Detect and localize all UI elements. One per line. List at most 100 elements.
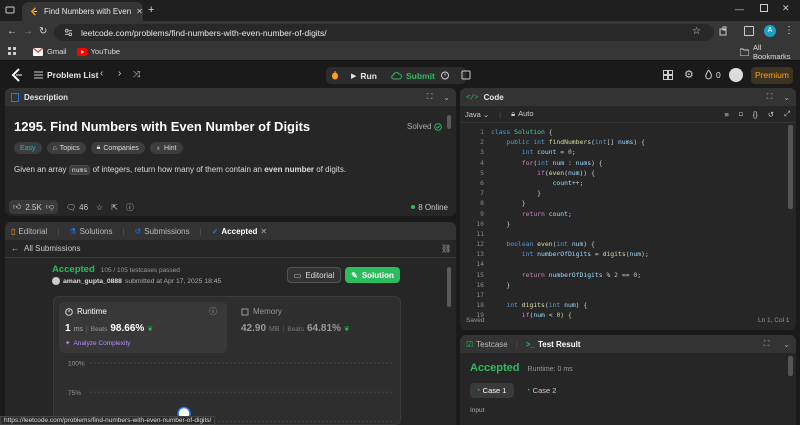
run-button[interactable]: ▶ Run bbox=[351, 71, 377, 81]
thumbs-down-icon[interactable]: 👎︎ bbox=[46, 202, 54, 212]
tab-label: Test Result bbox=[537, 339, 581, 349]
editorial-button[interactable]: ▭ Editorial bbox=[287, 267, 341, 283]
settings-gear-icon[interactable]: ⚙ bbox=[684, 68, 694, 81]
editor-scrollbar[interactable] bbox=[788, 125, 793, 209]
bookmark-gmail[interactable]: Gmail bbox=[33, 47, 67, 56]
link-icon[interactable]: ⛓ bbox=[441, 244, 451, 253]
solution-button[interactable]: ✎ Solution bbox=[345, 267, 400, 283]
problem-list-label: Problem List bbox=[47, 70, 99, 80]
problem-title: 1295. Find Numbers with Even Number of D… bbox=[14, 119, 311, 134]
bookmark-star-icon[interactable]: ☆ bbox=[692, 26, 701, 37]
tab-submissions[interactable]: ↺ Submissions bbox=[135, 227, 190, 236]
expand-icon[interactable]: ⛶ bbox=[427, 92, 433, 102]
topics-tag[interactable]: ⌂ Topics bbox=[46, 142, 86, 154]
collapse-icon[interactable]: ⌄ bbox=[783, 93, 790, 102]
brackets-icon[interactable]: {} bbox=[753, 110, 758, 119]
expand-icon[interactable]: ⛶ bbox=[767, 92, 773, 102]
info-icon[interactable]: ⓘ bbox=[209, 306, 217, 317]
bookmark-youtube[interactable]: YouTube bbox=[76, 47, 120, 56]
layout-grid-icon[interactable] bbox=[663, 70, 673, 80]
analyze-complexity-button[interactable]: ✦ Analyze Complexity bbox=[65, 339, 131, 348]
debug-icon[interactable] bbox=[330, 70, 340, 80]
profile-avatar[interactable]: A bbox=[764, 25, 776, 37]
tab-description[interactable]: Description bbox=[24, 93, 68, 102]
collapse-icon[interactable]: ⌄ bbox=[783, 340, 790, 349]
bookmark-icon[interactable]: ⌑ bbox=[739, 110, 743, 119]
close-tab-icon[interactable]: ✕ bbox=[136, 7, 143, 16]
reset-icon[interactable]: ↺ bbox=[768, 110, 774, 119]
runtime-box[interactable]: Runtime ⓘ 1 ms | Beats 98.66% ❦ ✦ Analyze… bbox=[59, 302, 227, 353]
next-problem-icon[interactable]: › bbox=[118, 68, 121, 79]
streak-counter[interactable]: 0 bbox=[705, 70, 721, 80]
companies-tag[interactable]: 🔒︎ Companies bbox=[90, 142, 145, 154]
difficulty-easy-tag[interactable]: Easy bbox=[14, 142, 42, 154]
expand-icon[interactable]: ⛶ bbox=[764, 339, 770, 349]
submit-button[interactable]: Submit bbox=[391, 71, 435, 81]
description-scrollbar[interactable] bbox=[447, 115, 451, 129]
apps-grid-icon[interactable] bbox=[8, 47, 17, 56]
editor-toolbar: Java ⌄ | 🔒︎ Auto ≡ ⌑ {} ↺ ⤢ bbox=[460, 106, 796, 123]
favorite-star-icon[interactable]: ☆ bbox=[96, 203, 103, 212]
leaf-icon: ❦ bbox=[343, 326, 350, 333]
user-avatar[interactable] bbox=[729, 68, 743, 82]
notes-icon[interactable] bbox=[461, 70, 471, 80]
minimize-icon[interactable]: — bbox=[735, 4, 744, 14]
tab-label: Accepted bbox=[221, 226, 258, 236]
leetcode-logo-icon[interactable] bbox=[11, 68, 23, 82]
site-info-icon[interactable] bbox=[64, 28, 73, 37]
fullscreen-icon[interactable]: ⤢ bbox=[784, 109, 790, 119]
shuffle-icon[interactable]: ⤨ bbox=[133, 69, 140, 80]
language-select[interactable]: Java ⌄ bbox=[465, 110, 489, 119]
share-icon[interactable]: ⇱ bbox=[111, 203, 118, 212]
extensions-icon[interactable] bbox=[719, 26, 729, 36]
username[interactable]: aman_gupta_0888 bbox=[63, 278, 122, 285]
close-tab-icon[interactable]: ✕ bbox=[260, 227, 267, 236]
code-line: return count; bbox=[521, 209, 572, 218]
case-2-tab[interactable]: • Case 2 bbox=[522, 383, 562, 398]
format-icon[interactable]: ≡ bbox=[724, 110, 728, 119]
browser-tab[interactable]: Find Numbers with Even Numb ✕ bbox=[22, 2, 143, 21]
comments-button[interactable]: 🗨︎ 46 bbox=[66, 203, 88, 212]
memory-box[interactable]: Memory 42.90 MB | Beats 64.81% ❦ bbox=[236, 302, 396, 353]
forward-icon[interactable]: → bbox=[23, 26, 33, 37]
tab-accepted[interactable]: ✓ Accepted ✕ bbox=[212, 227, 267, 236]
reload-icon[interactable]: ↻ bbox=[39, 26, 47, 37]
back-icon[interactable]: ← bbox=[7, 26, 17, 37]
prev-problem-icon[interactable]: ‹ bbox=[100, 68, 103, 79]
sidebar-icon[interactable] bbox=[744, 26, 754, 36]
tab-list-icon[interactable] bbox=[5, 5, 15, 15]
timer-icon[interactable] bbox=[440, 70, 450, 80]
all-bookmarks[interactable]: All Bookmarks bbox=[740, 43, 800, 61]
mode-label: Auto bbox=[518, 109, 534, 118]
line-number: 16 bbox=[476, 280, 484, 289]
help-icon[interactable]: ⓘ bbox=[126, 202, 134, 213]
statement-text: of digits. bbox=[314, 165, 347, 174]
like-button[interactable]: 👍︎ 2.5K 👎︎ bbox=[9, 200, 58, 214]
all-submissions-link[interactable]: ← All Submissions bbox=[11, 244, 80, 253]
tab-editorial[interactable]: ▯ Editorial bbox=[11, 227, 47, 236]
hint-tag[interactable]: ♁ Hint bbox=[149, 142, 183, 154]
maximize-icon[interactable] bbox=[760, 4, 768, 12]
collapse-icon[interactable]: ⌄ bbox=[443, 93, 450, 102]
tab-testcase[interactable]: ☑ Testcase bbox=[466, 340, 508, 349]
new-tab-icon[interactable]: + bbox=[148, 4, 154, 16]
tab-test-result[interactable]: >_ Test Result bbox=[526, 340, 581, 349]
premium-button[interactable]: Premium bbox=[751, 67, 793, 84]
submission-scrollbar[interactable] bbox=[447, 267, 451, 307]
tab-code[interactable]: Code bbox=[484, 93, 504, 102]
auto-mode-toggle[interactable]: 🔒︎ Auto bbox=[511, 109, 533, 119]
tab-solutions[interactable]: ⚗ Solutions bbox=[69, 227, 112, 236]
code-line: int count = 0; bbox=[521, 148, 576, 157]
tab-label: Submissions bbox=[144, 226, 190, 236]
user-avatar[interactable] bbox=[52, 277, 60, 285]
close-window-icon[interactable]: ✕ bbox=[782, 3, 790, 14]
result-scrollbar[interactable] bbox=[788, 356, 793, 376]
browser-menu-icon[interactable]: ⋮ bbox=[784, 25, 794, 36]
terminal-icon: >_ bbox=[525, 339, 535, 349]
case-1-tab[interactable]: • Case 1 bbox=[470, 383, 514, 398]
code-editor[interactable]: class Solution { public int findNumbers(… bbox=[491, 127, 781, 321]
test-accepted-label: Accepted bbox=[470, 362, 520, 374]
address-bar[interactable]: leetcode.com/problems/find-numbers-with-… bbox=[54, 24, 714, 41]
problem-list-button[interactable]: Problem List bbox=[34, 70, 98, 80]
